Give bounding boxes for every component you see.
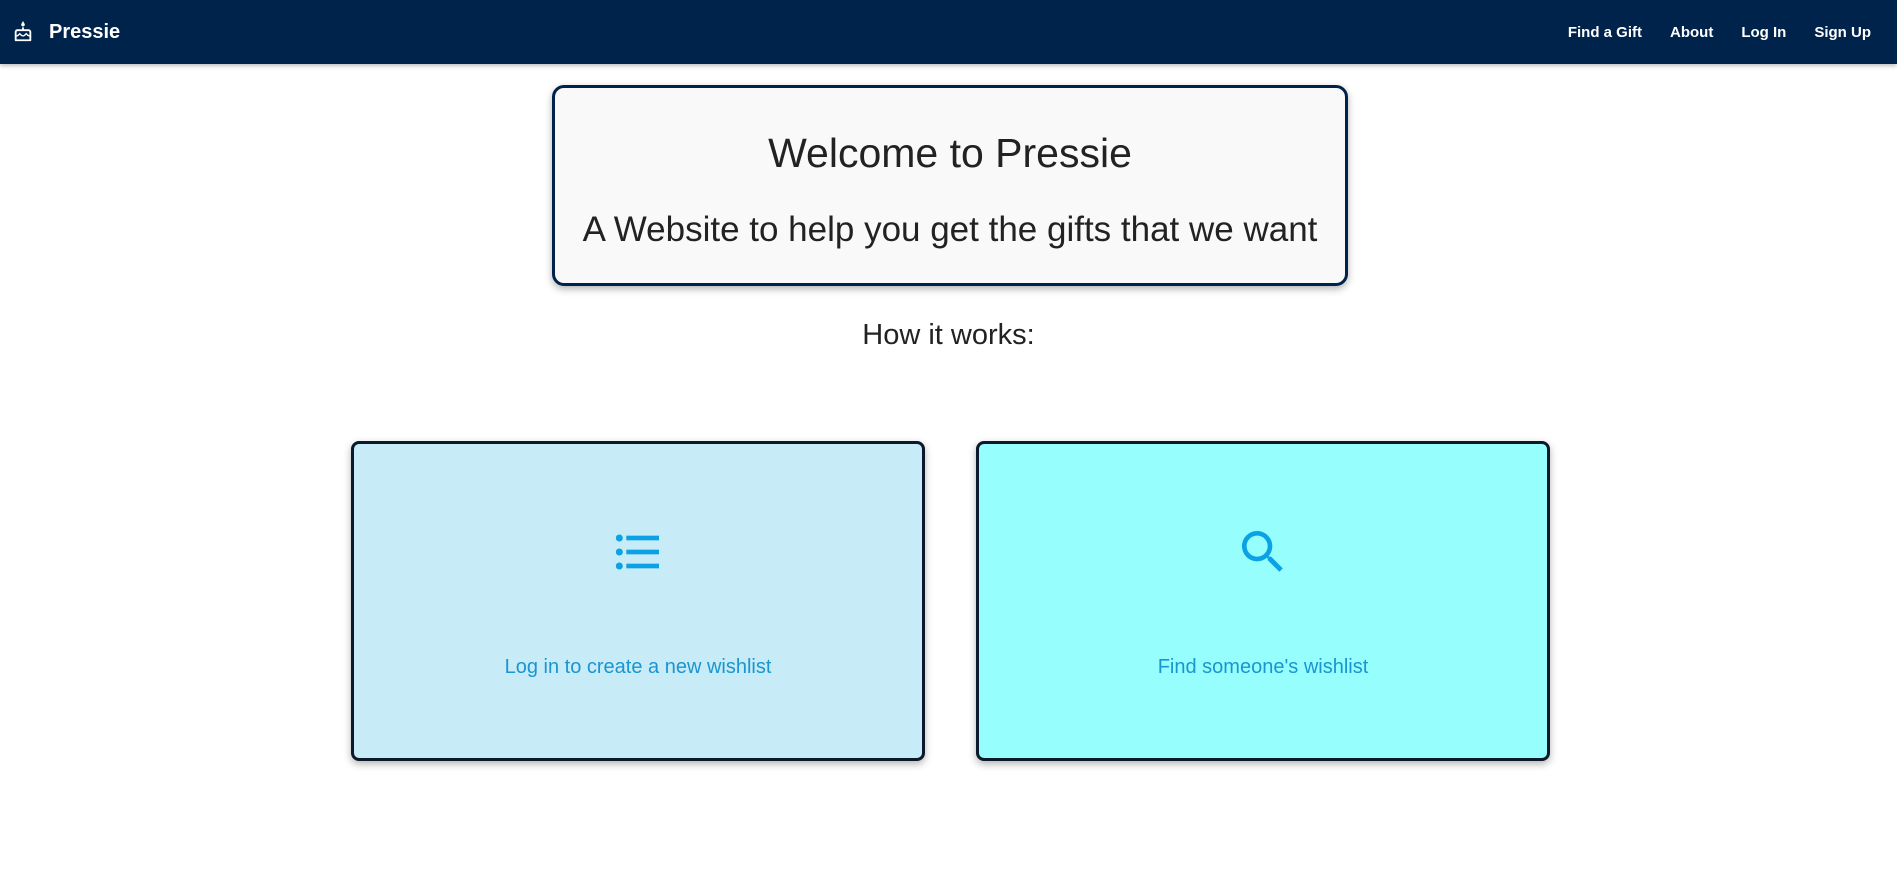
search-icon <box>979 524 1547 580</box>
brand-name: Pressie <box>49 20 121 43</box>
page-subtitle: A Website to help you get the gifts that… <box>582 210 1318 249</box>
nav-find-gift-link[interactable]: Find a Gift <box>1554 24 1656 41</box>
welcome-banner: Welcome to Pressie A Website to help you… <box>552 85 1348 286</box>
how-it-works-heading: How it works: <box>862 319 1035 351</box>
nav-links: Find a Gift About Log In Sign Up <box>1554 0 1885 64</box>
find-wishlist-label: Find someone's wishlist <box>1157 656 1369 678</box>
page-title: Welcome to Pressie <box>768 130 1132 176</box>
nav-about-link[interactable]: About <box>1656 24 1727 41</box>
nav-signup-link[interactable]: Sign Up <box>1800 24 1885 41</box>
cake-icon <box>12 21 34 43</box>
create-wishlist-label: Log in to create a new wishlist <box>504 656 772 678</box>
brand-link[interactable]: Pressie <box>12 21 120 44</box>
nav-login-link[interactable]: Log In <box>1727 24 1800 41</box>
top-navbar: Pressie Find a Gift About Log In Sign Up <box>0 0 1897 64</box>
list-icon <box>354 524 922 580</box>
find-wishlist-card[interactable]: Find someone's wishlist <box>976 441 1550 761</box>
create-wishlist-card[interactable]: Log in to create a new wishlist <box>351 441 925 761</box>
